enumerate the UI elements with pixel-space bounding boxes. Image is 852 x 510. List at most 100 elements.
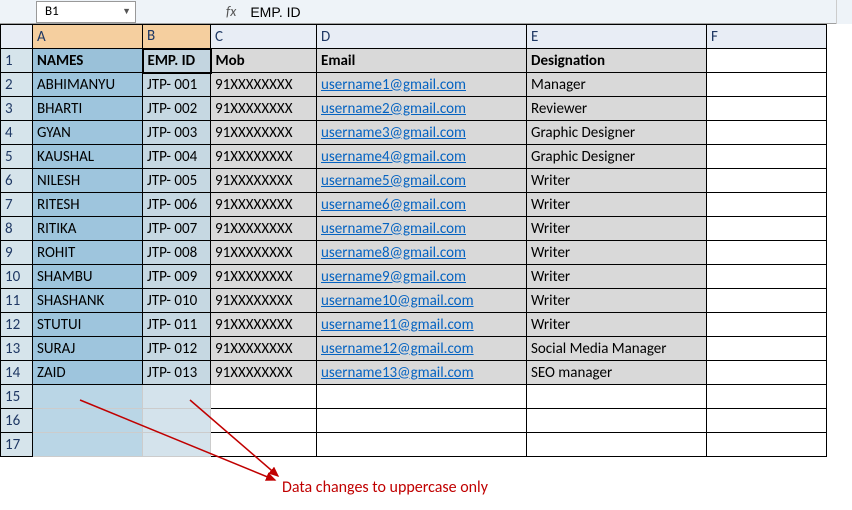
email-link[interactable]: username8@gmail.com — [321, 244, 466, 262]
cell-C7[interactable]: 91XXXXXXXX — [211, 193, 317, 217]
row-header-6[interactable]: 6 — [1, 169, 33, 193]
cell-B3[interactable]: JTP- 002 — [143, 97, 211, 121]
cell-C13[interactable]: 91XXXXXXXX — [211, 337, 317, 361]
cell-C16[interactable] — [211, 409, 317, 433]
cell-D17[interactable] — [317, 433, 527, 457]
cell-F16[interactable] — [707, 409, 827, 433]
row-header-8[interactable]: 8 — [1, 217, 33, 241]
row-header-13[interactable]: 13 — [1, 337, 33, 361]
cell-C5[interactable]: 91XXXXXXXX — [211, 145, 317, 169]
cell-D3[interactable]: username2@gmail.com — [317, 97, 527, 121]
cell-E12[interactable]: Writer — [527, 313, 707, 337]
cell-F8[interactable] — [707, 217, 827, 241]
row-header-7[interactable]: 7 — [1, 193, 33, 217]
cell-D9[interactable]: username8@gmail.com — [317, 241, 527, 265]
cell-F11[interactable] — [707, 289, 827, 313]
cell-A12[interactable]: STUTUI — [33, 313, 143, 337]
cell-B4[interactable]: JTP- 003 — [143, 121, 211, 145]
cell-A2[interactable]: ABHIMANYU — [33, 73, 143, 97]
cell-B12[interactable]: JTP- 011 — [143, 313, 211, 337]
cell-E16[interactable] — [527, 409, 707, 433]
email-link[interactable]: username9@gmail.com — [321, 268, 466, 286]
row-header-4[interactable]: 4 — [1, 121, 33, 145]
cell-D11[interactable]: username10@gmail.com — [317, 289, 527, 313]
cell-D13[interactable]: username12@gmail.com — [317, 337, 527, 361]
row-header-10[interactable]: 10 — [1, 265, 33, 289]
cell-D2[interactable]: username1@gmail.com — [317, 73, 527, 97]
cell-D15[interactable] — [317, 385, 527, 409]
cell-A16[interactable] — [33, 409, 143, 433]
row-header-11[interactable]: 11 — [1, 289, 33, 313]
cell-B13[interactable]: JTP- 012 — [143, 337, 211, 361]
cell-C15[interactable] — [211, 385, 317, 409]
chevron-down-icon[interactable]: ▼ — [122, 6, 131, 17]
cell-E6[interactable]: Writer — [527, 169, 707, 193]
cell-C17[interactable] — [211, 433, 317, 457]
row-header-15[interactable]: 15 — [1, 385, 33, 409]
cell-E7[interactable]: Writer — [527, 193, 707, 217]
cell-F2[interactable] — [707, 73, 827, 97]
cell-E1[interactable]: Designation — [527, 49, 707, 73]
row-header-1[interactable]: 1 — [1, 49, 33, 73]
cell-C12[interactable]: 91XXXXXXXX — [211, 313, 317, 337]
cell-E17[interactable] — [527, 433, 707, 457]
cell-A3[interactable]: BHARTI — [33, 97, 143, 121]
cell-F13[interactable] — [707, 337, 827, 361]
cell-D1[interactable]: Email — [317, 49, 527, 73]
cell-A5[interactable]: KAUSHAL — [33, 145, 143, 169]
cell-B5[interactable]: JTP- 004 — [143, 145, 211, 169]
cell-A1[interactable]: NAMES — [33, 49, 143, 73]
cell-E8[interactable]: Writer — [527, 217, 707, 241]
cell-E13[interactable]: Social Media Manager — [527, 337, 707, 361]
cell-C1[interactable]: Mob — [211, 49, 317, 73]
email-link[interactable]: username7@gmail.com — [321, 220, 466, 238]
cell-E9[interactable]: Writer — [527, 241, 707, 265]
cell-E15[interactable] — [527, 385, 707, 409]
fx-icon[interactable]: fx — [226, 3, 236, 20]
cell-F12[interactable] — [707, 313, 827, 337]
cell-A10[interactable]: SHAMBU — [33, 265, 143, 289]
email-link[interactable]: username11@gmail.com — [321, 316, 474, 334]
row-header-17[interactable]: 17 — [1, 433, 33, 457]
cell-F6[interactable] — [707, 169, 827, 193]
cell-F14[interactable] — [707, 361, 827, 385]
cell-F3[interactable] — [707, 97, 827, 121]
name-box[interactable]: B1 ▼ — [36, 1, 136, 23]
row-header-14[interactable]: 14 — [1, 361, 33, 385]
cell-B10[interactable]: JTP- 009 — [143, 265, 211, 289]
formula-bar-expand[interactable] — [836, 0, 852, 24]
cell-F1[interactable] — [707, 49, 827, 73]
cell-D5[interactable]: username4@gmail.com — [317, 145, 527, 169]
email-link[interactable]: username5@gmail.com — [321, 172, 466, 190]
email-link[interactable]: username3@gmail.com — [321, 124, 466, 142]
cell-A11[interactable]: SHASHANK — [33, 289, 143, 313]
cell-D4[interactable]: username3@gmail.com — [317, 121, 527, 145]
cell-B2[interactable]: JTP- 001 — [143, 73, 211, 97]
cell-F5[interactable] — [707, 145, 827, 169]
email-link[interactable]: username10@gmail.com — [321, 292, 474, 310]
cell-B15[interactable] — [143, 385, 211, 409]
col-header-D[interactable]: D — [317, 25, 527, 49]
cell-C8[interactable]: 91XXXXXXXX — [211, 217, 317, 241]
cell-E14[interactable]: SEO manager — [527, 361, 707, 385]
cell-F7[interactable] — [707, 193, 827, 217]
cell-A4[interactable]: GYAN — [33, 121, 143, 145]
cell-A6[interactable]: NILESH — [33, 169, 143, 193]
cell-B1[interactable]: EMP. ID — [143, 49, 211, 73]
cell-E10[interactable]: Writer — [527, 265, 707, 289]
select-all-corner[interactable] — [1, 25, 33, 49]
col-header-A[interactable]: A — [33, 25, 143, 49]
row-header-12[interactable]: 12 — [1, 313, 33, 337]
cell-C9[interactable]: 91XXXXXXXX — [211, 241, 317, 265]
cell-D7[interactable]: username6@gmail.com — [317, 193, 527, 217]
row-header-16[interactable]: 16 — [1, 409, 33, 433]
email-link[interactable]: username13@gmail.com — [321, 364, 474, 382]
cell-F4[interactable] — [707, 121, 827, 145]
cell-E11[interactable]: Writer — [527, 289, 707, 313]
cell-B7[interactable]: JTP- 006 — [143, 193, 211, 217]
email-link[interactable]: username12@gmail.com — [321, 340, 474, 358]
cell-C2[interactable]: 91XXXXXXXX — [211, 73, 317, 97]
cell-B16[interactable] — [143, 409, 211, 433]
cell-D12[interactable]: username11@gmail.com — [317, 313, 527, 337]
cell-D8[interactable]: username7@gmail.com — [317, 217, 527, 241]
